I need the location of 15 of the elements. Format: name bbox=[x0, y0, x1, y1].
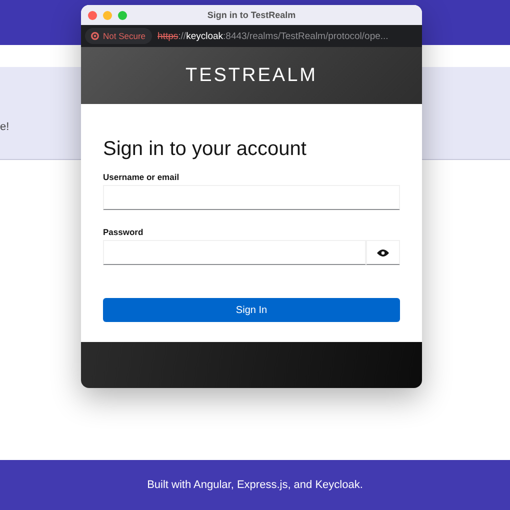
realm-name: TESTREALM bbox=[185, 64, 318, 86]
heading: Sign in to your account bbox=[103, 138, 308, 161]
banner-text: e! bbox=[0, 121, 10, 133]
sign-in-button[interactable]: Sign In bbox=[103, 298, 400, 322]
security-badge[interactable]: Not Secure bbox=[85, 28, 152, 44]
field-label: Password bbox=[103, 227, 144, 237]
password-field[interactable] bbox=[103, 240, 366, 265]
warning-icon bbox=[91, 32, 99, 40]
address-url[interactable]: https://keycloak:8443/realms/TestRealm/protocol/ope... bbox=[158, 30, 388, 42]
field-label: Username or email bbox=[103, 172, 180, 182]
window-title: Sign in to TestRealm bbox=[207, 10, 296, 20]
footer-text: Built with Angular, Express.js, and Keycloak. bbox=[147, 479, 363, 491]
eye-icon bbox=[377, 248, 389, 256]
username-field[interactable] bbox=[103, 185, 400, 210]
show-password-button[interactable] bbox=[366, 240, 400, 265]
